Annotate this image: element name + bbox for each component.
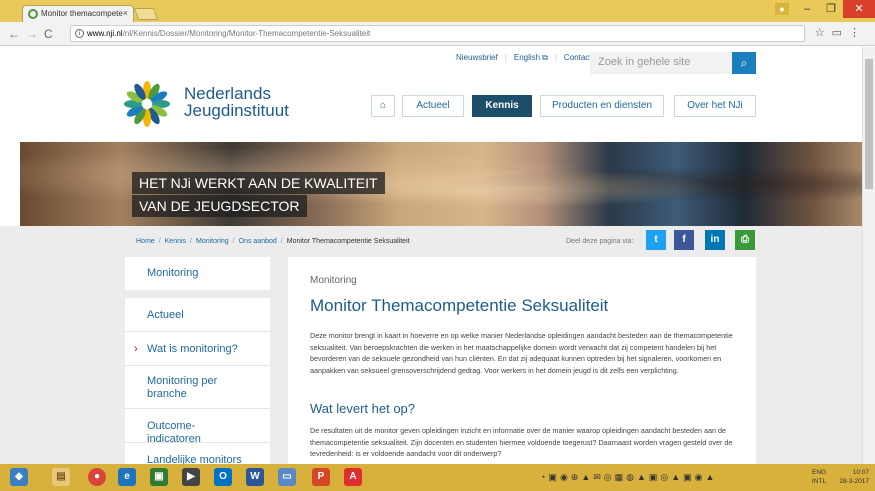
chevron-right-icon: › — [134, 343, 138, 355]
system-tray[interactable]: ◔▣◉⊕▲✉◎▦◍▲▣◎▲▣◉▲ — [540, 472, 717, 483]
home-icon[interactable]: ⌂ — [371, 95, 395, 117]
bookmark-star-icon[interactable]: ☆ — [815, 27, 832, 39]
search-input[interactable]: Zoek in gehele site — [590, 52, 732, 74]
nav-producten[interactable]: Producten en diensten — [540, 95, 664, 117]
lang-code: ENG — [812, 469, 827, 476]
nav-actueel[interactable]: Actueel — [402, 95, 464, 117]
section-heading: Wat levert het op? — [310, 401, 416, 416]
address-bar-icons: ☆▭⋮ — [815, 26, 867, 39]
language-indicator[interactable]: ENG INTL — [812, 468, 826, 486]
acrobat-icon[interactable]: A — [344, 468, 362, 486]
logo-line-2: Jeugdinstituut — [184, 101, 289, 120]
forward-icon[interactable]: → — [26, 27, 38, 41]
back-icon[interactable]: ← — [8, 27, 20, 41]
nav-over-nji[interactable]: Over het NJi — [674, 95, 756, 117]
breadcrumb-current: Monitor Themacompetentie Seksualiteit — [286, 238, 410, 245]
web-page: Nieuwsbrief | English ⧉ | Contact Zoek in geh… — [0, 47, 862, 464]
sidebar-item-wat-is-monitoring[interactable]: › Wat is monitoring? — [125, 332, 270, 366]
sidebar-item-outcome-indicatoren[interactable]: Outcome-indicatoren — [125, 409, 270, 445]
app-icon[interactable]: ▣ — [150, 468, 168, 486]
logo-line-1: Nederlands — [184, 84, 271, 103]
powerpoint-icon[interactable]: P — [312, 468, 330, 486]
sidebar-item-label: Wat is monitoring? — [147, 343, 238, 355]
page-scrollbar[interactable] — [862, 47, 875, 464]
search-icon[interactable]: ⌕ — [732, 52, 756, 74]
file-explorer-icon[interactable]: ▤ — [52, 468, 70, 486]
share-label: Deel deze pagina via: — [566, 238, 634, 245]
breadcrumb-ons-aanbod[interactable]: Ons aanbod — [239, 238, 277, 245]
minimize-button[interactable]: – — [795, 0, 819, 18]
breadcrumb: Home / Kennis / Monitoring / Ons aanbod / Monito… — [136, 238, 410, 245]
address-bar: ← → C i www.nji.nl/nl/Kennis/Dossier/Mon… — [0, 22, 875, 46]
linkedin-share-button[interactable]: in — [705, 230, 725, 250]
intro-paragraph: Deze monitor brengt in kaart in hoeverre… — [310, 331, 733, 375]
browser-tabbar: Monitor themacompete × ● – ❐ ✕ — [0, 0, 875, 22]
hero-tagline-1: HET NJi WERKT AAN DE KWALITEIT — [132, 172, 385, 194]
user-profile-icon[interactable]: ● — [775, 3, 789, 15]
word-icon[interactable]: W — [246, 468, 264, 486]
menu-icon[interactable]: ⋮ — [849, 27, 867, 39]
contact-link[interactable]: Contact — [564, 53, 592, 62]
url-path: /nl/Kennis/Dossier/Monitoring/Monitor-Th… — [122, 29, 371, 38]
twitter-share-button[interactable]: t — [646, 230, 666, 250]
sidebar: Monitoring Actueel › Wat is monitoring? M… — [125, 257, 270, 464]
main-content: Monitoring Monitor Themacompetentie Seks… — [288, 257, 756, 464]
outlook-icon[interactable]: O — [214, 468, 232, 486]
clock-date: 28-3-2017 — [839, 478, 869, 485]
breadcrumb-home[interactable]: Home — [136, 238, 155, 245]
section-label: Monitoring — [310, 275, 357, 286]
english-link[interactable]: English — [514, 53, 540, 62]
start-icon[interactable]: ◆ — [10, 468, 28, 486]
sidebar-item-per-branche[interactable]: Monitoring per branche — [125, 366, 270, 409]
newsletter-link[interactable]: Nieuwsbrief — [456, 53, 498, 62]
window-icon[interactable]: ▭ — [278, 468, 296, 486]
cast-icon[interactable]: ▭ — [832, 27, 849, 39]
new-tab-button[interactable] — [133, 8, 159, 20]
utility-links: Nieuwsbrief | English ⧉ | Contact — [456, 53, 592, 62]
page-title: Monitor Themacompetentie Seksualiteit — [310, 296, 609, 315]
clock[interactable]: 10:07 28-3-2017 — [839, 468, 869, 486]
sidebar-item-label: Actueel — [147, 309, 184, 321]
media-icon[interactable]: ▶ — [182, 468, 200, 486]
hero-banner: HET NJi WERKT AAN DE KWALITEIT VAN DE JE… — [20, 142, 862, 226]
nji-logo[interactable] — [122, 79, 172, 129]
sidebar-item-label: Monitoring per branche — [147, 375, 218, 400]
results-paragraph: De resultaten uit de monitor geven oplei… — [310, 426, 733, 458]
sidebar-item-label: Landelijke monitors — [147, 454, 242, 464]
external-link-icon: ⧉ — [542, 53, 548, 62]
sidebar-heading[interactable]: Monitoring — [125, 257, 270, 290]
window-controls: ● – ❐ ✕ — [775, 0, 875, 20]
close-window-button[interactable]: ✕ — [843, 0, 875, 18]
scrollbar-thumb[interactable] — [865, 59, 873, 189]
tab-title: Monitor themacompete — [41, 9, 123, 18]
lang-layout: INTL — [812, 478, 827, 485]
print-button[interactable]: ⎙ — [735, 230, 755, 250]
clock-time: 10:07 — [852, 469, 869, 476]
chrome-icon[interactable]: ● — [88, 468, 106, 486]
browser-tab[interactable]: Monitor themacompete × — [22, 5, 134, 22]
info-icon[interactable]: i — [75, 29, 84, 38]
sidebar-item-actueel[interactable]: Actueel — [125, 298, 270, 332]
sidebar-item-landelijke-monitors[interactable]: Landelijke monitors — [125, 443, 270, 464]
breadcrumb-kennis[interactable]: Kennis — [165, 238, 186, 245]
logo-text[interactable]: Nederlands Jeugdinstituut — [184, 85, 289, 119]
tab-close-icon[interactable]: × — [123, 8, 128, 18]
url-input[interactable]: i www.nji.nl/nl/Kennis/Dossier/Monitorin… — [70, 25, 805, 42]
maximize-button[interactable]: ❐ — [819, 0, 843, 18]
sidebar-item-label: Outcome-indicatoren — [147, 420, 201, 445]
internet-explorer-icon[interactable]: e — [118, 468, 136, 486]
reload-icon[interactable]: C — [44, 27, 53, 41]
windows-taskbar: ◆ ▤ ● e ▣ ▶ O W ▭ P A ◔▣◉⊕▲✉◎▦◍▲▣◎▲▣◉▲ E… — [0, 464, 875, 491]
hero-tagline-2: VAN DE JEUGDSECTOR — [132, 195, 307, 217]
url-host: www.nji.nl — [87, 29, 123, 38]
breadcrumb-monitoring[interactable]: Monitoring — [196, 238, 229, 245]
site-favicon-icon — [28, 9, 38, 19]
facebook-share-button[interactable]: f — [674, 230, 694, 250]
nav-kennis[interactable]: Kennis — [472, 95, 532, 117]
